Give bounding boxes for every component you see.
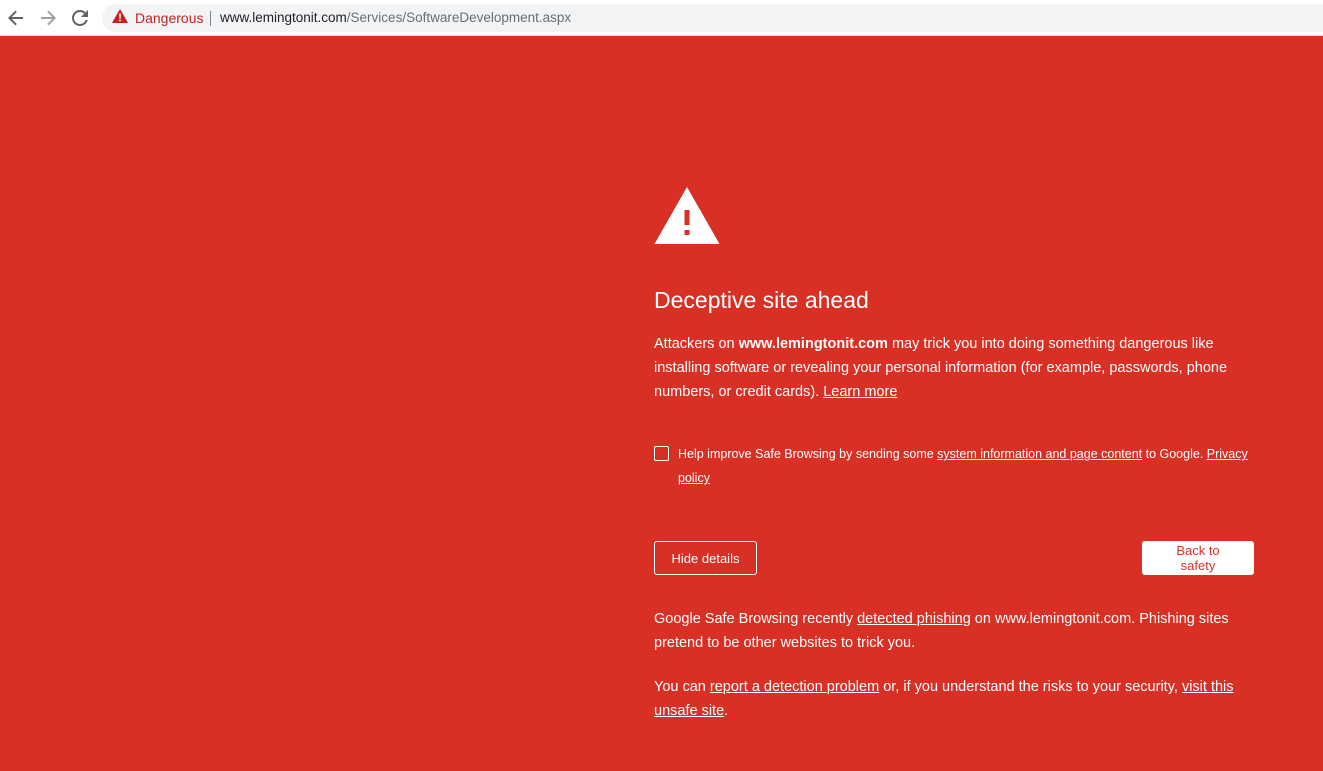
url-path: /Services/SoftwareDevelopment.aspx — [346, 10, 572, 25]
back-to-safety-button[interactable]: Back to safety — [1142, 541, 1254, 575]
site-name: www.lemingtonit.com — [738, 336, 888, 352]
report-detection-problem-link[interactable]: report a detection problem — [710, 679, 879, 695]
details-paragraph-2: You can report a detection problem or, i… — [654, 675, 1254, 723]
primary-prefix: Attackers on — [654, 336, 739, 352]
url-text[interactable]: www.lemingtonit.com/Services/SoftwareDev… — [220, 4, 571, 32]
details-paragraph-1: Google Safe Browsing recently detected p… — [654, 607, 1254, 655]
warning-triangle-icon — [112, 8, 135, 28]
browser-toolbar: Dangerous www.lemingtonit.com/Services/S… — [0, 0, 1323, 36]
optin-suffix: to Google. — [1142, 447, 1207, 461]
safe-browsing-interstitial: Deceptive site ahead Attackers on www.le… — [0, 36, 1323, 771]
arrow-back-icon — [8, 10, 24, 26]
optin-prefix: Help improve Safe Browsing by sending so… — [678, 447, 938, 461]
forward-button[interactable] — [37, 7, 59, 29]
optin-label: Help improve Safe Browsing by sending so… — [678, 442, 1258, 490]
url-host: www.lemingtonit.com — [220, 10, 347, 25]
warning-triangle-icon — [654, 187, 720, 244]
security-chip[interactable]: Dangerous — [112, 4, 204, 32]
reload-button[interactable] — [69, 7, 91, 29]
details-2-prefix: You can — [654, 679, 710, 695]
detected-phishing-link[interactable]: detected phishing — [857, 611, 971, 627]
optin-checkbox[interactable] — [654, 446, 669, 461]
details-2-suffix: . — [724, 703, 729, 719]
hide-details-button[interactable]: Hide details — [654, 541, 757, 575]
back-button[interactable] — [5, 7, 27, 29]
security-label: Dangerous — [135, 10, 204, 26]
reload-icon — [72, 10, 88, 26]
details-1-prefix: Google Safe Browsing recently — [654, 611, 858, 627]
primary-paragraph: Attackers on www.lemingtonit.com may tri… — [654, 332, 1254, 404]
learn-more-link[interactable]: Learn more — [823, 384, 897, 400]
system-info-link[interactable]: system information and page content — [937, 447, 1142, 461]
omnibox[interactable]: Dangerous www.lemingtonit.com/Services/S… — [102, 4, 1323, 32]
omnibox-divider — [210, 11, 211, 26]
details-2-middle: or, if you understand the risks to your … — [879, 679, 1182, 695]
page-title: Deceptive site ahead — [654, 287, 869, 313]
arrow-forward-icon — [40, 10, 56, 26]
